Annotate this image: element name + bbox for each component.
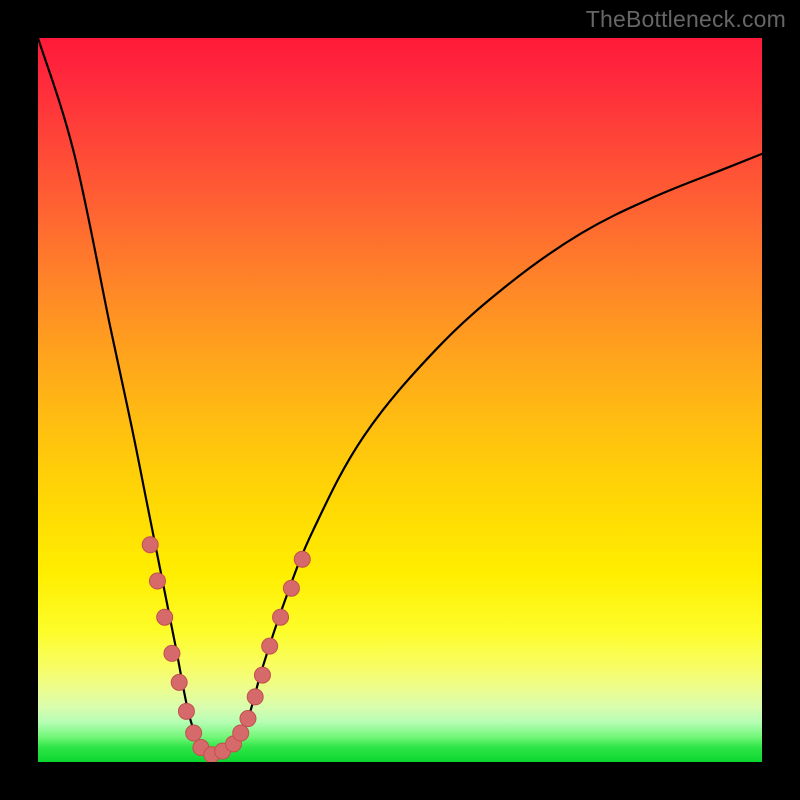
plot-area	[38, 38, 762, 762]
sample-dot	[178, 703, 194, 719]
sample-dot	[273, 609, 289, 625]
sample-dot	[262, 638, 278, 654]
sample-dot	[294, 551, 310, 567]
sample-dot	[233, 725, 249, 741]
sample-dot	[186, 725, 202, 741]
sample-dot	[254, 667, 270, 683]
chart-frame: TheBottleneck.com	[0, 0, 800, 800]
sample-dot	[247, 689, 263, 705]
sample-dot	[157, 609, 173, 625]
watermark-text: TheBottleneck.com	[586, 6, 786, 33]
sample-dot	[164, 645, 180, 661]
sample-dot	[149, 573, 165, 589]
sample-dots-layer	[38, 38, 762, 762]
sample-dot	[283, 580, 299, 596]
sample-dot	[142, 537, 158, 553]
sample-dot	[171, 674, 187, 690]
sample-dot	[240, 711, 256, 727]
